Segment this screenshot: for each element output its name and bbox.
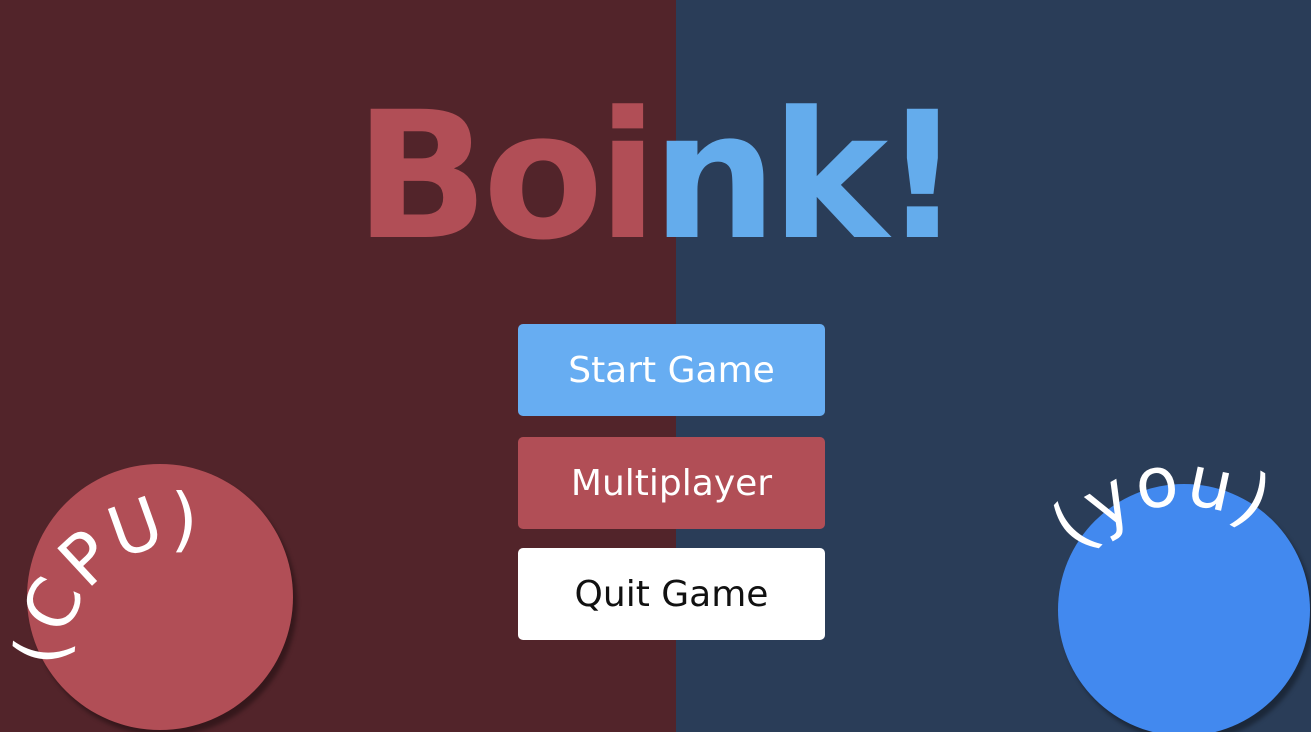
title-blue-part: nk! bbox=[651, 74, 963, 279]
svg-text:(CPU): (CPU) bbox=[0, 478, 200, 668]
cpu-paddle-ball: (CPU) bbox=[0, 464, 293, 730]
game-title: Boink! bbox=[0, 89, 1311, 265]
cpu-ball-label-graphic: (CPU) bbox=[0, 478, 198, 668]
you-paddle-ball: (you) bbox=[1034, 439, 1310, 732]
start-game-button[interactable]: Start Game bbox=[518, 324, 825, 416]
title-red-part: Boi bbox=[354, 74, 658, 279]
cpu-label: (CPU) bbox=[0, 478, 198, 668]
multiplayer-button[interactable]: Multiplayer bbox=[518, 437, 825, 529]
quit-game-button[interactable]: Quit Game bbox=[518, 548, 825, 640]
you-ball-label-graphic: (you) bbox=[1034, 439, 1285, 566]
